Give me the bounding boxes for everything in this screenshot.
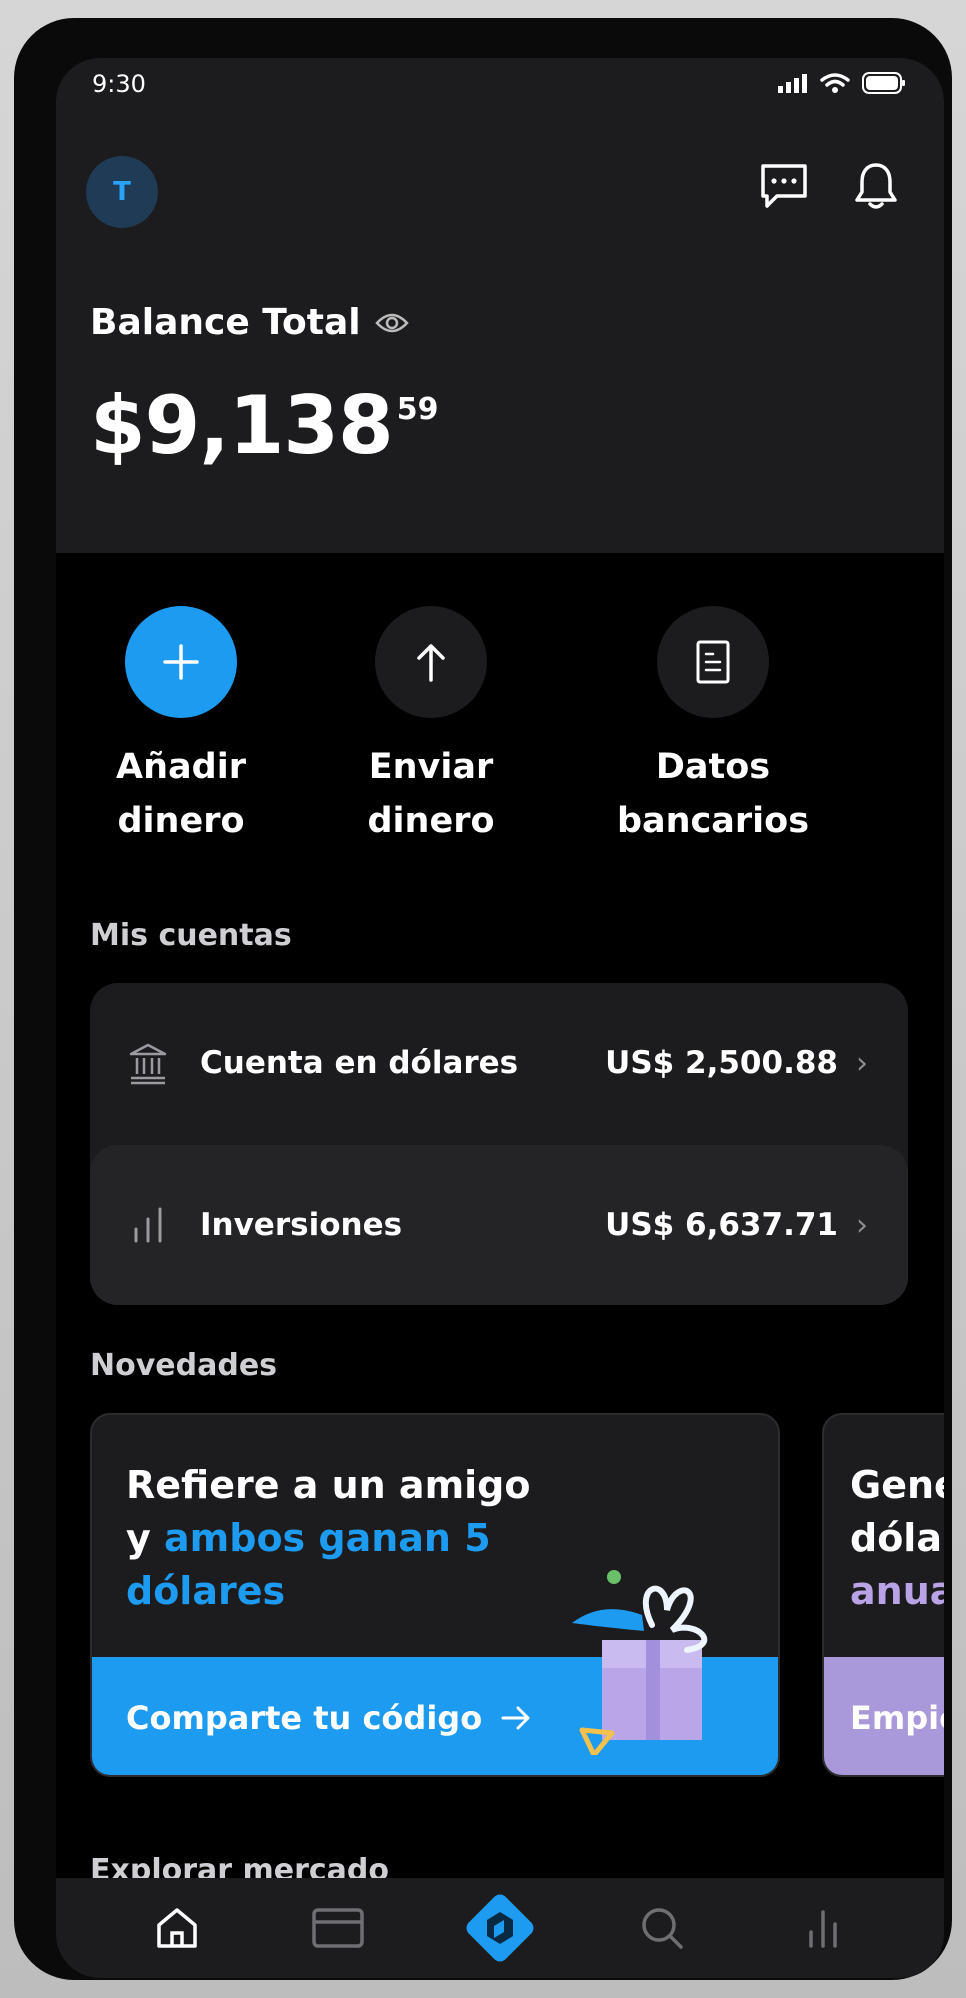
- avatar[interactable]: T: [86, 156, 158, 228]
- account-name-investments: Inversiones: [200, 1207, 403, 1243]
- bank-details-label: Datos bancarios: [583, 740, 843, 848]
- battery-icon: [862, 72, 905, 94]
- send-money-label-line1: Enviar: [368, 747, 494, 787]
- app-screen: 9:30 T Balance Total $9,138 59 Añadir di…: [56, 58, 944, 1978]
- app-logo-icon: [466, 1894, 534, 1962]
- share-code-button[interactable]: Comparte tu código: [126, 1699, 532, 1737]
- status-icons: [778, 72, 906, 94]
- promo2-line1: Gene: [850, 1463, 944, 1507]
- add-money-circle[interactable]: [125, 606, 237, 718]
- nav-app[interactable]: [460, 1888, 540, 1968]
- add-money-label-line2: dinero: [117, 801, 245, 841]
- chat-icon[interactable]: [754, 156, 814, 216]
- send-money-label: Enviar dinero: [301, 740, 561, 848]
- add-money-label: Añadir dinero: [56, 740, 311, 848]
- nav-card[interactable]: [298, 1888, 378, 1968]
- bar-chart-icon-wrap: [118, 1205, 178, 1245]
- add-money-label-line1: Añadir: [116, 747, 246, 787]
- bank-icon: [129, 1043, 167, 1085]
- wifi-icon: [820, 73, 850, 93]
- send-money-circle[interactable]: [375, 606, 487, 718]
- account-row-dollars[interactable]: Cuenta en dólares US$ 2,500.88 ›: [90, 983, 908, 1143]
- search-icon: [641, 1908, 683, 1949]
- status-time: 9:30: [92, 70, 146, 98]
- chevron-right-icon: ›: [856, 1207, 868, 1243]
- bank-details-label-line2: bancarios: [616, 801, 810, 841]
- account-name-dollars: Cuenta en dólares: [200, 1045, 519, 1081]
- bell-icon[interactable]: [846, 156, 906, 216]
- bank-details-button[interactable]: Datos bancarios: [583, 606, 843, 848]
- promo2-cta-label: Empie: [850, 1699, 944, 1737]
- balance-amount: $9,138 59: [90, 386, 438, 466]
- promo-line2-prefix: y: [126, 1516, 164, 1560]
- promo-line2-highlight: ambos ganan 5: [164, 1516, 491, 1560]
- promo-line3-highlight: dólares: [126, 1569, 286, 1613]
- nav-stats[interactable]: [783, 1888, 863, 1968]
- accounts-card: Cuenta en dólares US$ 2,500.88 › Inversi…: [90, 983, 908, 1305]
- document-icon: [696, 640, 730, 684]
- promo-card-second[interactable]: Gene dóla anua Empie: [822, 1413, 944, 1777]
- bank-icon-wrap: [118, 1041, 178, 1085]
- balance-label: Balance Total: [90, 302, 409, 343]
- promo2-line3-highlight: anua: [850, 1569, 944, 1613]
- arrow-up-icon: [417, 644, 445, 682]
- promo2-line2: dóla: [850, 1516, 942, 1560]
- promo-line2: y ambos ganan 5: [126, 1512, 531, 1565]
- accounts-title: Mis cuentas: [90, 918, 292, 953]
- balance-amount-cents: 59: [396, 392, 439, 427]
- promo-text: Refiere a un amigo y ambos ganan 5 dólar…: [126, 1459, 531, 1618]
- gift-illustration-icon: [572, 1570, 708, 1755]
- nav-home[interactable]: [137, 1888, 217, 1968]
- arrow-right-icon: [501, 1706, 530, 1730]
- promo-card-referral[interactable]: Refiere a un amigo y ambos ganan 5 dólar…: [90, 1413, 780, 1777]
- add-money-button[interactable]: Añadir dinero: [56, 606, 311, 848]
- send-money-button[interactable]: Enviar dinero: [301, 606, 561, 848]
- eye-icon[interactable]: [374, 311, 409, 335]
- promo2-cta-button[interactable]: Empie: [850, 1699, 944, 1737]
- signal-icon: [778, 74, 807, 93]
- share-code-label: Comparte tu código: [126, 1699, 483, 1737]
- send-money-label-line2: dinero: [367, 801, 495, 841]
- balance-header: 9:30 T Balance Total $9,138 59: [56, 58, 944, 553]
- home-icon: [157, 1908, 197, 1948]
- phone-frame: 9:30 T Balance Total $9,138 59 Añadir di…: [14, 18, 952, 1980]
- account-value-dollars: US$ 2,500.88: [605, 1045, 838, 1081]
- balance-amount-main: $9,138: [90, 379, 394, 472]
- promo2-text: Gene dóla anua: [850, 1459, 944, 1618]
- chevron-right-icon: ›: [856, 1045, 868, 1081]
- card-icon: [312, 1908, 365, 1948]
- account-row-investments[interactable]: Inversiones US$ 6,637.71 ›: [90, 1145, 908, 1305]
- stats-icon: [809, 1910, 837, 1948]
- bar-chart-icon: [134, 1207, 162, 1243]
- bank-details-circle[interactable]: [657, 606, 769, 718]
- balance-label-text: Balance Total: [90, 302, 361, 343]
- news-title: Novedades: [90, 1348, 278, 1383]
- plus-icon: [163, 644, 199, 680]
- bank-details-label-line1: Datos: [655, 747, 771, 787]
- account-value-investments: US$ 6,637.71: [605, 1207, 838, 1243]
- bottom-nav: [56, 1878, 944, 1978]
- nav-search[interactable]: [622, 1888, 702, 1968]
- promo-line1: Refiere a un amigo: [126, 1463, 531, 1507]
